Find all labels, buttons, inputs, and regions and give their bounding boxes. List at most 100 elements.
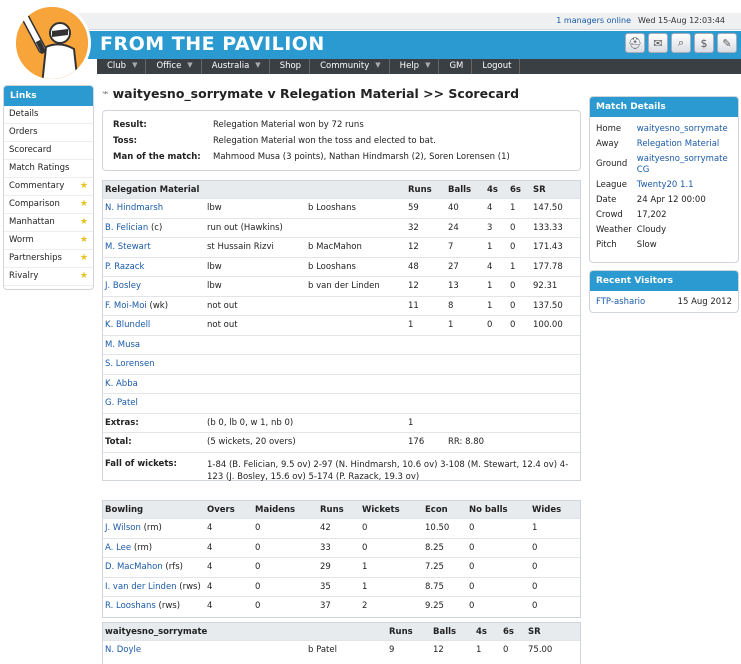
detail-value: Slow — [636, 240, 657, 250]
menu-item-gm[interactable]: GM — [439, 59, 473, 74]
sidebar-link-commentary[interactable]: Commentary ★ — [4, 178, 93, 196]
bowler-row: A. Lee (rm) 4 0 33 0 8.25 0 0 — [103, 537, 580, 558]
sidebar-link-partnerships[interactable]: Partnerships ★ — [4, 250, 93, 268]
sidebar-link-details[interactable]: Details — [4, 106, 93, 124]
cell-fours: 3 — [487, 222, 493, 233]
batsman-link[interactable]: S. Lorensen — [105, 359, 155, 369]
cell-overs: 4 — [207, 542, 213, 553]
bowler-link[interactable]: A. Lee — [105, 543, 131, 553]
batsman-row: M. Stewart st Hussain Rizvi b MacMahon 12 7 1… — [103, 237, 580, 257]
star-icon: ★ — [79, 181, 88, 191]
sidebar-link-orders[interactable]: Orders — [4, 124, 93, 142]
attach-icon[interactable]: ✎ — [717, 33, 737, 53]
bowler-link[interactable]: I. van der Linden — [105, 582, 177, 592]
cell-econ: 10.50 — [425, 523, 450, 533]
bowler: b Looshans — [308, 203, 356, 213]
cell-wickets: 0 — [362, 523, 368, 533]
cell-wickets: 0 — [362, 542, 368, 553]
visitor-link[interactable]: FTP-ashario — [596, 297, 645, 307]
cell-runs: 12 — [408, 281, 419, 291]
menu-item-community[interactable]: Community ▼ — [310, 59, 390, 74]
cell-econ: 7.25 — [425, 562, 444, 572]
sidebar-link-manhattan[interactable]: Manhattan ★ — [4, 214, 93, 232]
batsman-link[interactable]: M. Musa — [105, 340, 140, 350]
helmet-icon[interactable]: ⛑ — [625, 33, 645, 53]
cell-fours: 4 — [487, 203, 493, 213]
cell-runs: 29 — [320, 562, 331, 572]
batsman-link[interactable]: K. Abba — [105, 379, 138, 389]
bowler-link[interactable]: R. Looshans — [105, 601, 156, 611]
sidebar-link-label: Details — [9, 109, 39, 119]
recent-visitors-panel: Recent Visitors FTP-ashario 15 Aug 2012 — [589, 270, 739, 313]
bowler-link[interactable]: J. Wilson — [105, 523, 141, 533]
menu-label: Shop — [279, 61, 302, 71]
sidebar-link-label: Partnerships — [9, 253, 62, 263]
main-menu: Club ▼ Office ▼ Australia ▼ Shop Community ▼ Help… — [97, 59, 741, 74]
caret-down-icon: ▼ — [132, 61, 138, 69]
detail-value[interactable]: Relegation Material — [637, 139, 732, 150]
site-logo-text[interactable]: FROM THE PAVILION — [100, 33, 325, 55]
cell-fours: 1 — [487, 242, 493, 252]
menu-item-club[interactable]: Club ▼ — [97, 59, 147, 74]
batsman-link[interactable]: J. Bosley — [105, 281, 141, 291]
sidebar-link-label: Worm — [9, 235, 34, 245]
menu-item-office[interactable]: Office ▼ — [146, 59, 202, 74]
sidebar-link-scorecard[interactable]: Scorecard — [4, 142, 93, 160]
money-icon[interactable]: $ — [694, 33, 714, 53]
menu-item-logout[interactable]: Logout — [472, 59, 521, 74]
batsman-name-cell: K. Abba — [105, 379, 138, 389]
cell-balls: 7 — [448, 242, 454, 252]
detail-key: Crowd — [596, 210, 623, 220]
extras-detail: (b 0, lb 0, w 1, nb 0) — [207, 417, 294, 428]
detail-value[interactable]: waityesno_sorrymate — [637, 124, 732, 135]
batsman-name-cell: M. Stewart — [105, 242, 151, 252]
cell-sr: 137.50 — [533, 300, 563, 311]
batsman-link[interactable]: G. Patel — [105, 398, 138, 408]
menu-item-shop[interactable]: Shop — [270, 59, 311, 74]
menu-item-help[interactable]: Help ▼ — [390, 59, 440, 74]
result-value: Mahmood Musa (3 points), Nathan Hindmars… — [213, 152, 510, 162]
sidebar-link-rivalry[interactable]: Rivalry ★ — [4, 268, 93, 286]
col-wides: Wides — [532, 505, 562, 515]
cell-maidens: 0 — [255, 601, 261, 611]
batsman-link[interactable]: F. Moi-Moi — [105, 301, 147, 311]
cricketer-logo[interactable] — [13, 4, 91, 82]
links-title: Links — [4, 86, 93, 106]
cell-wides: 0 — [532, 542, 538, 553]
detail-value[interactable]: Twenty20 1.1 — [637, 180, 732, 191]
batsman-link[interactable]: M. Stewart — [105, 242, 151, 252]
col-noballs: No balls — [469, 505, 508, 515]
sidebar-link-label: Manhattan — [9, 217, 55, 227]
batsman-link[interactable]: N. Doyle — [105, 645, 141, 655]
dismissal: not out — [207, 300, 238, 311]
cell-noballs: 0 — [469, 581, 475, 592]
match-detail-weather: Weather Cloudy — [590, 223, 738, 238]
sidebar-link-match-ratings[interactable]: Match Ratings — [4, 160, 93, 178]
mail-icon[interactable]: ✉ — [648, 33, 668, 53]
batsman-link[interactable]: B. Felician — [105, 223, 148, 233]
caret-down-icon: ▼ — [187, 61, 193, 69]
col-econ: Econ — [425, 505, 448, 515]
sidebar-link-comparison[interactable]: Comparison ★ — [4, 196, 93, 214]
sidebar-link-worm[interactable]: Worm ★ — [4, 232, 93, 250]
dismissal: st Hussain Rizvi — [207, 242, 274, 252]
star-icon: ★ — [79, 235, 88, 245]
bowler-link[interactable]: D. MacMahon — [105, 562, 163, 572]
dismissal: not out — [207, 320, 238, 330]
managers-online-link[interactable]: 1 managers online — [556, 16, 631, 25]
detail-value[interactable]: waityesno_sorrymate CG — [637, 154, 732, 176]
batsman-link[interactable]: P. Razack — [105, 262, 144, 272]
batsman-row: M. Musa — [103, 334, 580, 355]
total-value: 176 — [408, 437, 425, 447]
cell-balls: 13 — [448, 281, 459, 291]
bowling-card: Bowling Overs Maidens Runs Wickets Econ No bal… — [102, 500, 581, 618]
menu-item-australia[interactable]: Australia ▼ — [202, 59, 270, 74]
cell-sixes: 0 — [503, 645, 509, 655]
cell-wickets: 1 — [362, 581, 368, 592]
bowler-name-cell: R. Looshans (rws) — [105, 601, 180, 611]
batsman-link[interactable]: K. Blundell — [105, 320, 150, 330]
search-icon[interactable]: ⌕ — [671, 33, 691, 53]
batsman-link[interactable]: N. Hindmarsh — [105, 203, 163, 213]
caret-down-icon: ▼ — [425, 61, 431, 69]
bowler: b Patel — [308, 645, 337, 655]
